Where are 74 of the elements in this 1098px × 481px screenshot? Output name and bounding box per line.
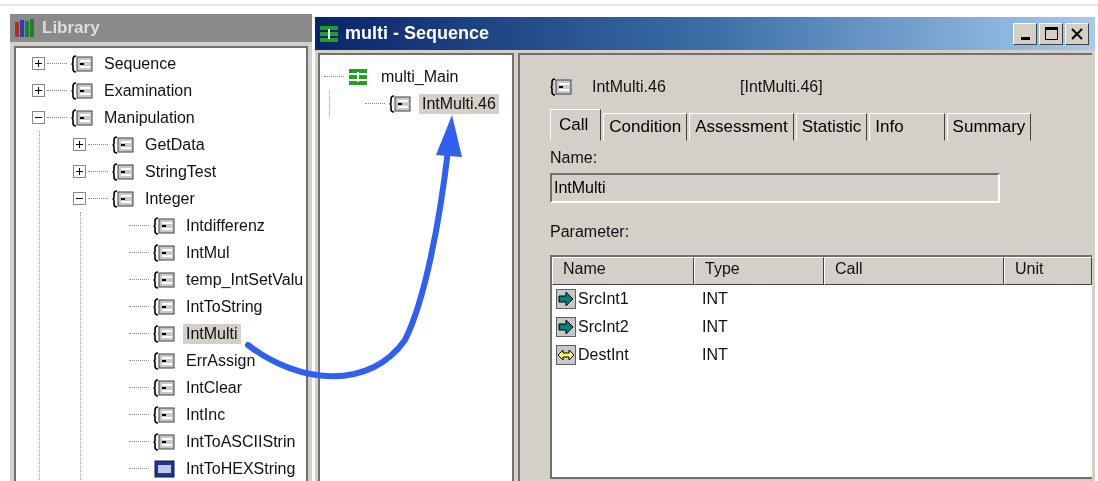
- tree-item[interactable]: Examination: [101, 80, 196, 101]
- name-field[interactable]: IntMulti: [550, 173, 1000, 203]
- function-block-icon: [112, 135, 134, 154]
- field-label: Name:: [550, 149, 598, 167]
- tab[interactable]: Summary: [946, 113, 1032, 141]
- tree-item[interactable]: GetData: [142, 134, 208, 155]
- function-block-icon: [153, 270, 175, 289]
- function-block-icon: [71, 54, 93, 73]
- tab[interactable]: Statistic: [795, 113, 868, 141]
- function-block-icon: [153, 324, 175, 343]
- table-cell-text: INT: [701, 318, 729, 336]
- column-header[interactable]: Name: [552, 257, 694, 285]
- table-cell: SrcInt1: [578, 290, 629, 308]
- window-title: multi - Sequence: [345, 23, 491, 44]
- column-header[interactable]: Call: [824, 257, 1004, 285]
- tree-item[interactable]: Manipulation: [101, 107, 198, 128]
- table-cell-text: INT: [701, 290, 729, 308]
- function-block-icon: [550, 78, 572, 96]
- maximize-button[interactable]: [1039, 22, 1063, 45]
- function-block-icon: [71, 81, 93, 100]
- table-cell: DestInt: [578, 346, 629, 364]
- tree-item[interactable]: StringTest: [142, 161, 220, 182]
- input-arrow-icon: [556, 289, 576, 309]
- function-block-icon: [153, 432, 175, 451]
- expander-button[interactable]: [73, 165, 86, 178]
- tree-item[interactable]: Intdifferenz: [183, 215, 268, 236]
- input-arrow-icon: [556, 317, 576, 337]
- function-block-icon: [153, 459, 175, 478]
- sequence-icon: [319, 24, 339, 43]
- tree-item[interactable]: IntMulti.46: [419, 93, 499, 114]
- function-block-icon: [153, 243, 175, 262]
- tab[interactable]: Condition: [603, 113, 688, 141]
- function-block-icon: [153, 216, 175, 235]
- expander-button[interactable]: [32, 57, 45, 70]
- tree-item[interactable]: Sequence: [101, 53, 180, 74]
- expander-button[interactable]: [73, 138, 86, 151]
- table-cell: SrcInt2: [578, 318, 629, 336]
- tree-item[interactable]: IntToASCIIStrin: [183, 431, 299, 452]
- expander-button[interactable]: [32, 84, 45, 97]
- tab[interactable]: Info: [869, 113, 945, 141]
- sequence-icon: [348, 67, 370, 86]
- field-label: Parameter:: [550, 223, 630, 241]
- function-block-icon: [153, 351, 175, 370]
- books-icon: [14, 18, 36, 38]
- function-block-icon: [153, 378, 175, 397]
- close-icon: [1071, 27, 1083, 40]
- tab[interactable]: Call: [550, 109, 602, 141]
- tree-item[interactable]: ErrAssign: [183, 350, 259, 371]
- tree-item[interactable]: IntClear: [183, 377, 246, 398]
- item-name: IntMulti.46: [592, 78, 667, 96]
- tree-item[interactable]: IntToString: [183, 296, 266, 317]
- tree-item[interactable]: IntInc: [183, 404, 229, 425]
- function-block-icon: [71, 108, 93, 127]
- item-reference: [IntMulti.46]: [740, 78, 823, 96]
- expander-button[interactable]: [73, 192, 86, 205]
- close-button[interactable]: [1065, 22, 1089, 45]
- tree-item[interactable]: multi_Main: [378, 66, 462, 87]
- column-header[interactable]: Type: [694, 257, 824, 285]
- tree-item[interactable]: Integer: [142, 188, 198, 209]
- function-block-icon: [112, 162, 134, 181]
- function-block-icon: [112, 189, 134, 208]
- minimize-button[interactable]: [1013, 22, 1037, 45]
- tree-item[interactable]: IntToHEXString: [183, 458, 299, 479]
- table-cell-text: INT: [701, 346, 729, 364]
- function-block-icon: [389, 94, 411, 113]
- function-block-icon: [153, 297, 175, 316]
- tree-item[interactable]: temp_IntSetValu: [183, 269, 306, 290]
- function-block-icon: [153, 405, 175, 424]
- tree-item[interactable]: IntMul: [183, 242, 233, 263]
- column-header[interactable]: Unit: [1004, 257, 1092, 285]
- tab[interactable]: Assessment: [689, 113, 794, 141]
- tree-item[interactable]: IntMulti: [183, 323, 241, 344]
- panel-title: Library: [42, 18, 100, 38]
- expander-button[interactable]: [32, 111, 45, 124]
